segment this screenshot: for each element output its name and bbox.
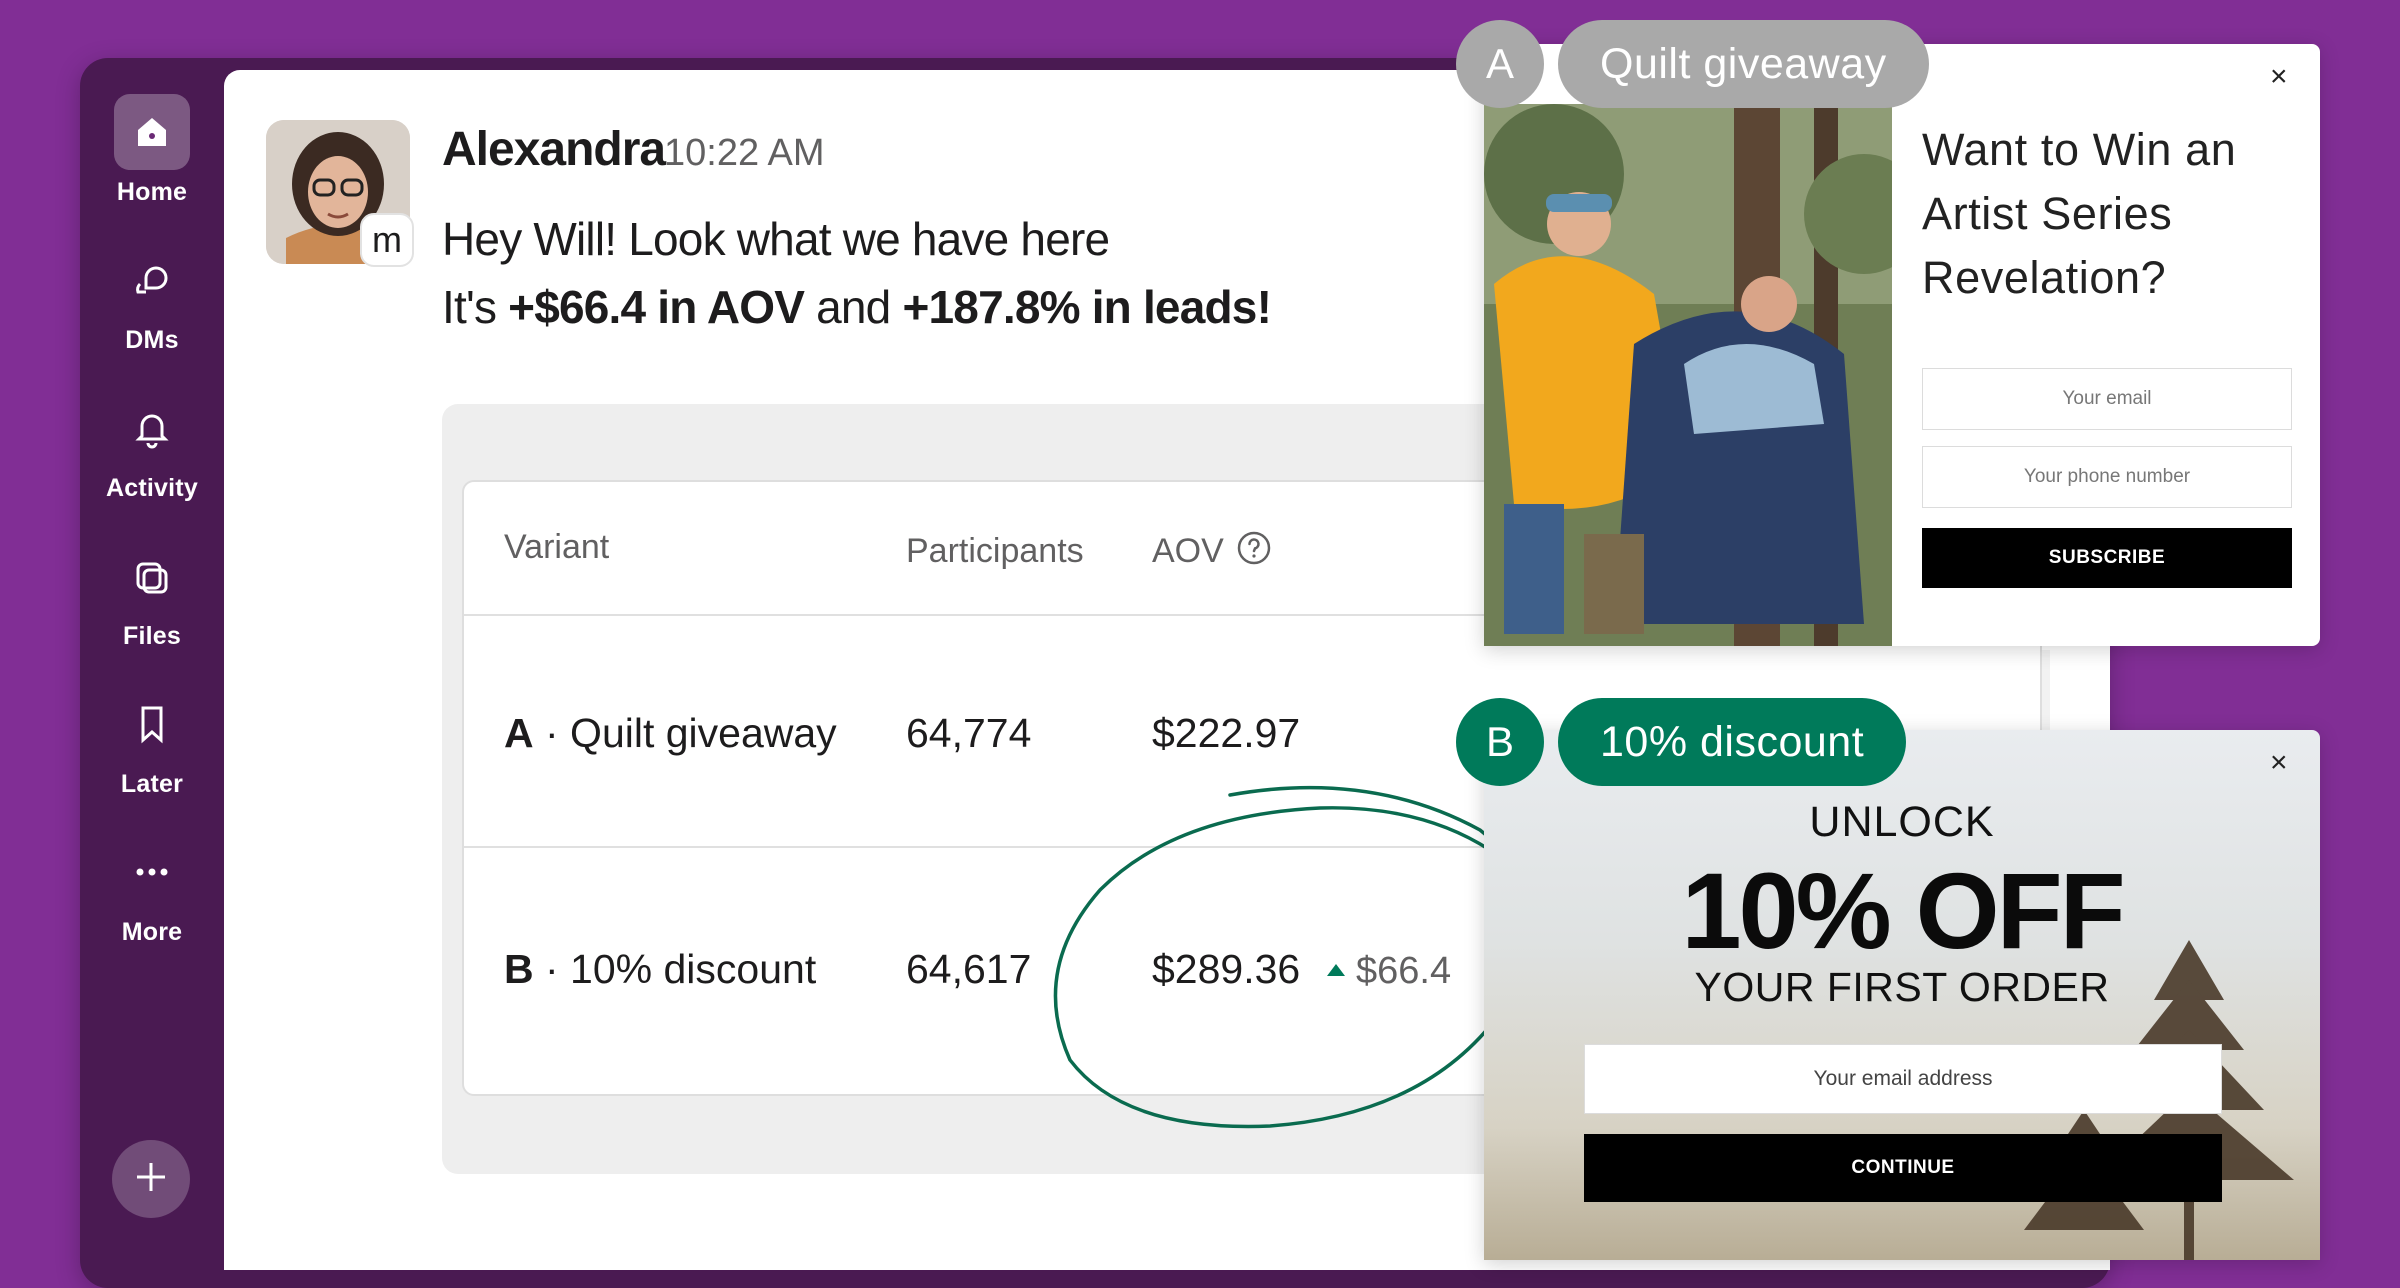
files-icon — [114, 538, 190, 614]
aov-a: $222.97 — [1152, 710, 1301, 756]
variant-a-tag: Quilt giveaway — [1558, 20, 1929, 108]
sidebar-item-files[interactable]: Files — [80, 538, 224, 651]
message-text-line1: Hey Will! Look what we have here — [442, 213, 1110, 265]
more-icon — [114, 834, 190, 910]
sidebar-item-later[interactable]: Later — [80, 686, 224, 799]
variant-a-badge: A — [1456, 20, 1544, 108]
dms-icon — [114, 242, 190, 318]
variant-a-cell: A · Quilt giveaway — [504, 710, 837, 757]
subscribe-button[interactable]: SUBSCRIBE — [1922, 528, 2292, 588]
variant-b-badge: B — [1456, 698, 1544, 786]
close-icon[interactable]: × — [2270, 60, 2288, 94]
add-button[interactable] — [112, 1140, 190, 1218]
popup-b-eyebrow: UNLOCK — [1809, 798, 1995, 846]
popup-a-heading: Want to Win an Artist Series Revelation? — [1922, 124, 2237, 303]
bookmark-icon — [114, 686, 190, 762]
popup-a-photo — [1484, 104, 1892, 646]
column-header-variant: Variant — [504, 528, 610, 566]
variant-name: 10% discount — [570, 946, 817, 992]
sidebar-item-activity[interactable]: Activity — [80, 390, 224, 503]
popup-b-headline: 10% OFF — [1681, 850, 2125, 971]
plus-icon — [133, 1159, 169, 1200]
email-field[interactable]: Your email — [1922, 368, 2292, 430]
sidebar-label-later: Later — [120, 770, 184, 798]
message-text-line2: It's +$66.4 in AOV and +187.8% in leads! — [442, 280, 1272, 334]
variant-b-tag: 10% discount — [1558, 698, 1907, 786]
circle-annotation — [1040, 770, 1560, 1140]
sidebar-item-more[interactable]: More — [80, 834, 224, 947]
variant-separator: · — [533, 946, 571, 992]
variant-letter: A — [504, 710, 534, 756]
variant-name: Quilt giveaway — [570, 710, 837, 756]
sidebar-label-more: More — [121, 918, 183, 946]
sidebar-label-home: Home — [116, 178, 188, 206]
participants-b: 64,617 — [906, 946, 1032, 992]
aov-highlight: +$66.4 in AOV — [508, 281, 805, 333]
home-icon — [114, 94, 190, 170]
email-field[interactable]: Your email address — [1584, 1044, 2222, 1114]
continue-button[interactable]: CONTINUE — [1584, 1134, 2222, 1202]
message-timestamp[interactable]: 10:22 AM — [664, 132, 825, 175]
phone-field[interactable]: Your phone number — [1922, 446, 2292, 508]
message-text: It's — [442, 281, 509, 333]
sidebar-item-dms[interactable]: DMs — [80, 242, 224, 355]
sidebar: Home DMs Activity Files Later More — [80, 58, 224, 1288]
close-icon[interactable]: × — [2270, 746, 2288, 780]
sidebar-item-home[interactable]: Home — [80, 94, 224, 207]
sender-name[interactable]: Alexandra — [442, 122, 666, 177]
variant-separator: · — [533, 710, 571, 756]
sidebar-label-activity: Activity — [106, 474, 198, 502]
message-text: and — [804, 281, 903, 333]
bell-icon — [114, 390, 190, 466]
sidebar-label-dms: DMs — [125, 326, 179, 354]
popup-b-subhead: YOUR FIRST ORDER — [1694, 964, 2110, 1010]
variant-letter: B — [504, 946, 534, 992]
variant-b-cell: B · 10% discount — [504, 946, 816, 993]
column-header-participants: Participants — [906, 532, 1084, 570]
app-badge: m — [360, 213, 414, 267]
sidebar-label-files: Files — [123, 622, 181, 650]
column-header-aov: AOV — [1152, 532, 1224, 570]
help-icon[interactable] — [1236, 530, 1272, 571]
participants-a: 64,774 — [906, 710, 1032, 756]
leads-highlight: +187.8% in leads! — [902, 281, 1272, 333]
